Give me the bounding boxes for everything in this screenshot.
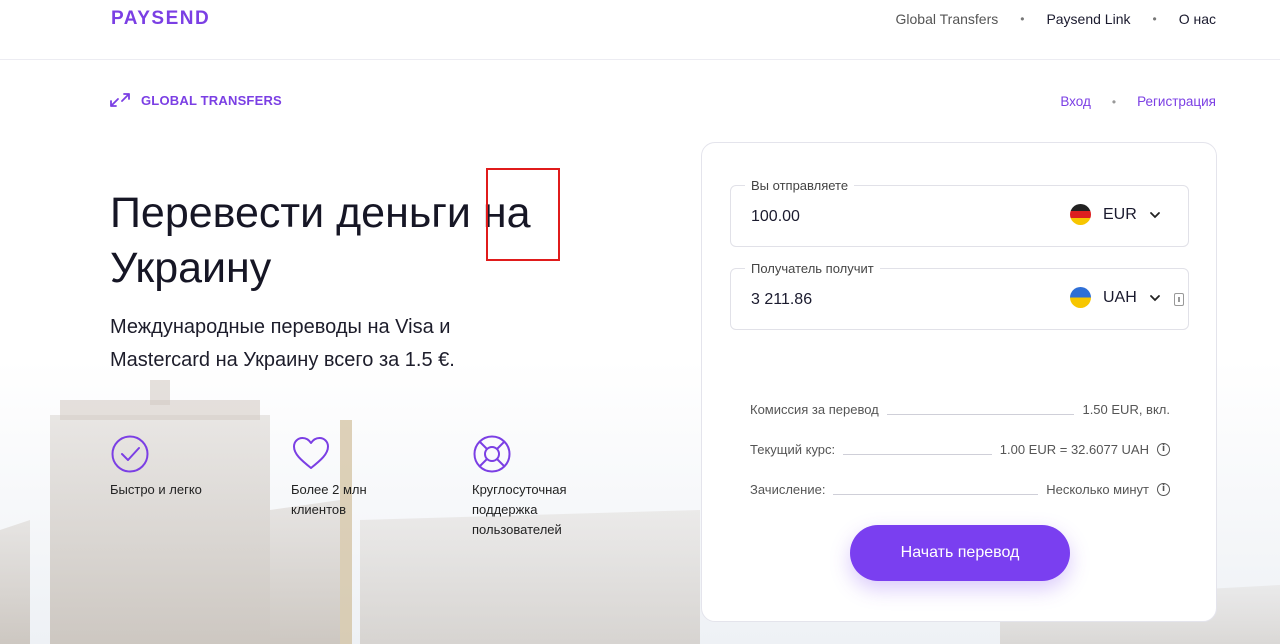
heart-icon [293, 437, 329, 469]
hero-subtitle: Международные переводы на Visa и Masterc… [110, 316, 455, 371]
fee-row: Комиссия за перевод 1.50 EUR, вкл. [750, 399, 1170, 419]
delivery-row: Зачисление: Несколько минут i [750, 479, 1170, 499]
auth-separator: • [1111, 94, 1117, 109]
feature-item: Быстро и легко [110, 434, 291, 540]
send-amount-field[interactable]: Вы отправляете 100.00 EUR [730, 178, 1189, 247]
chevron-down-icon [1149, 211, 1160, 218]
highlight-annotation-box [486, 168, 560, 261]
receive-amount-input[interactable]: 3 211.86 [751, 291, 812, 309]
info-icon[interactable]: i [1157, 482, 1170, 496]
leader-line [886, 413, 1075, 415]
receive-currency-code: UAH [1103, 288, 1137, 306]
feature-item: Более 2 млн клиентов [291, 434, 472, 540]
feature-label: Круглосуточная поддержка пользователей [472, 482, 567, 537]
lifebuoy-icon [473, 435, 511, 473]
nav-separator: • [1152, 12, 1157, 26]
send-currency-select[interactable]: EUR [1070, 204, 1161, 225]
info-icon[interactable]: i [1157, 442, 1170, 456]
nav-link-about[interactable]: О нас [1179, 11, 1216, 27]
start-transfer-button[interactable]: Начать перевод [850, 525, 1070, 581]
main-nav: Global Transfers • Paysend Link • О нас [896, 11, 1216, 27]
nav-link-paysend-link[interactable]: Paysend Link [1046, 11, 1130, 27]
rate-row: Текущий курс: 1.00 EUR = 32.6077 UAH i [750, 439, 1170, 459]
feature-label: Более 2 млн клиентов [291, 482, 367, 517]
germany-flag-icon [1070, 204, 1091, 225]
send-currency-code: EUR [1103, 205, 1137, 223]
delivery-value: Несколько минут [1046, 481, 1149, 497]
title-part-2: Украину [110, 244, 272, 292]
calculator-icon[interactable] [1174, 293, 1184, 306]
leader-line [833, 493, 1039, 495]
send-amount-input[interactable]: 100.00 [751, 208, 800, 226]
product-subbar: GLOBAL TRANSFERS Вход • Регистрация [0, 88, 1280, 116]
login-link[interactable]: Вход [1060, 94, 1091, 109]
chevron-down-icon [1149, 294, 1160, 301]
nav-separator: • [1020, 12, 1025, 26]
rate-label: Текущий курс: [750, 441, 836, 457]
receive-amount-label: Получатель получит [745, 261, 880, 276]
auth-links: Вход • Регистрация [1060, 94, 1216, 109]
fee-label: Комиссия за перевод [750, 401, 879, 417]
ukraine-flag-icon [1070, 287, 1091, 308]
fee-value: 1.50 EUR, вкл. [1082, 401, 1170, 417]
title-part-1: Перевести деньги [110, 189, 483, 237]
features-list: Быстро и легко Более 2 млн клиентов Круг… [110, 434, 653, 540]
global-transfers-product-link[interactable]: GLOBAL TRANSFERS [109, 92, 282, 108]
send-amount-label: Вы отправляете [745, 178, 855, 193]
leader-line [843, 453, 992, 455]
paysend-logo[interactable]: PAYSEND [111, 8, 210, 30]
transfer-arrows-icon [110, 93, 130, 107]
product-label: GLOBAL TRANSFERS [141, 92, 282, 108]
top-navigation-bar: PAYSEND Global Transfers • Paysend Link … [0, 0, 1280, 60]
check-circle-icon [111, 435, 149, 473]
nav-link-global-transfers[interactable]: Global Transfers [896, 11, 999, 27]
feature-label: Быстро и легко [110, 482, 202, 497]
delivery-label: Зачисление: [750, 481, 826, 497]
receive-amount-field[interactable]: Получатель получит 3 211.86 UAH [730, 261, 1189, 330]
receive-currency-select[interactable]: UAH [1070, 287, 1161, 308]
register-link[interactable]: Регистрация [1137, 94, 1216, 109]
feature-item: Круглосуточная поддержка пользователей [472, 434, 653, 540]
rate-value: 1.00 EUR = 32.6077 UAH [999, 441, 1149, 457]
transfer-calculator-card: Вы отправляете 100.00 EUR Получатель пол… [701, 142, 1217, 622]
